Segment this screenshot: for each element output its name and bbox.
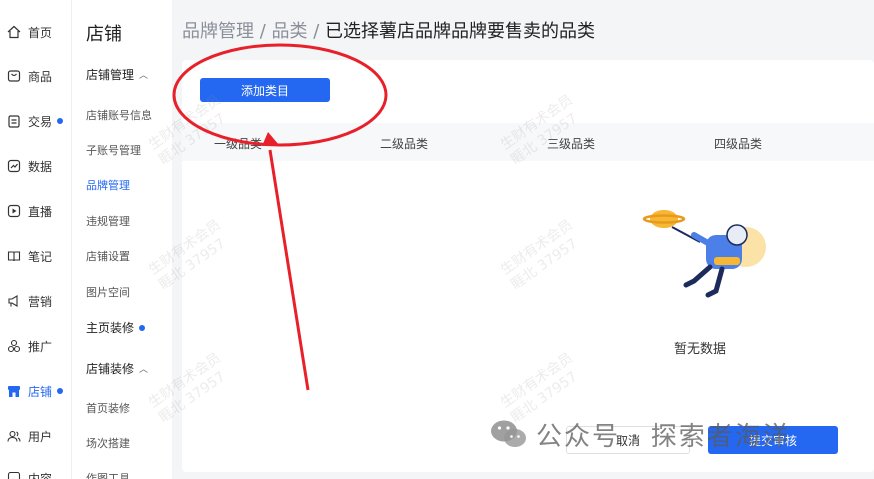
rail-label: 数据 [28, 159, 53, 174]
home-icon [6, 24, 22, 40]
rail-item-trade[interactable]: 交易 [6, 109, 64, 133]
user-icon [6, 428, 22, 444]
page-header: 品牌管理 / 品类 / 已选择薯店品牌品牌要售卖的品类 [172, 0, 874, 60]
breadcrumb: 品牌管理 / 品类 / 已选择薯店品牌品牌要售卖的品类 [182, 17, 595, 43]
data-icon [6, 158, 22, 174]
subnav-title: 店铺 [86, 24, 122, 45]
rail-label: 推广 [28, 339, 53, 354]
rail-item-home[interactable]: 首页 [6, 20, 52, 44]
notification-dot [139, 324, 146, 331]
chevron-up-icon: ︿ [139, 71, 149, 81]
column-header-level2: 二级品类 [380, 137, 429, 151]
rail-label: 交易 [28, 114, 53, 129]
rail-label: 店铺 [28, 384, 53, 399]
subnav-group-store-manage[interactable]: 店铺管理 ︿ [86, 66, 148, 83]
rail-item-store[interactable]: 店铺 [6, 379, 64, 403]
store-subnav: 店铺 店铺管理 ︿ 店铺账号信息 子账号管理 品牌管理 违规管理 店铺设置 图片… [72, 0, 172, 479]
subnav-item-violations[interactable]: 违规管理 [86, 213, 130, 229]
column-header-level3: 三级品类 [547, 137, 596, 151]
trade-icon [6, 113, 22, 129]
main-nav-rail: 首页 商品 交易 数据 直播 笔记 营销 推广 店铺 用户 内容 [0, 0, 72, 479]
rail-item-live[interactable]: 直播 [6, 199, 52, 223]
notification-dot [57, 388, 64, 394]
subnav-item-brand-manage[interactable]: 品牌管理 [86, 177, 130, 193]
rail-label: 营销 [28, 294, 53, 309]
rail-item-promote[interactable]: 推广 [6, 334, 52, 358]
subnav-group-label: 主页装修 [86, 321, 135, 335]
app-root: 首页 商品 交易 数据 直播 笔记 营销 推广 店铺 用户 内容 店铺 店铺管理… [0, 0, 874, 479]
breadcrumb-brand-manage[interactable]: 品牌管理 [182, 21, 254, 42]
breadcrumb-separator: / [307, 21, 326, 42]
rail-label: 笔记 [28, 249, 53, 264]
subnav-item-homepage-decor[interactable]: 首页装修 [86, 400, 130, 416]
submit-review-button[interactable]: 提交审核 [708, 426, 838, 454]
promote-icon [6, 338, 22, 354]
rail-item-content[interactable]: 内容 [6, 466, 52, 479]
marketing-icon [6, 293, 22, 309]
chevron-up-icon: ︿ [139, 365, 149, 375]
category-table-header: 一级品类 二级品类 三级品类 四级品类 [182, 123, 874, 161]
rail-item-data[interactable]: 数据 [6, 154, 52, 178]
empty-state-text: 暂无数据 [674, 342, 727, 357]
breadcrumb-current: 已选择薯店品牌品牌要售卖的品类 [325, 21, 596, 42]
rail-item-goods[interactable]: 商品 [6, 64, 52, 88]
rail-label: 直播 [28, 204, 53, 219]
subnav-item-image-space[interactable]: 图片空间 [86, 284, 130, 300]
subnav-item-sub-accounts[interactable]: 子账号管理 [86, 142, 141, 158]
breadcrumb-category[interactable]: 品类 [272, 21, 308, 42]
rail-label: 商品 [28, 69, 53, 84]
rail-label: 首页 [28, 25, 53, 40]
store-icon [6, 383, 22, 399]
subnav-item-session-build[interactable]: 场次搭建 [86, 435, 130, 451]
subnav-item-drawing-tool[interactable]: 作图工具 [86, 470, 130, 479]
rail-item-user[interactable]: 用户 [6, 424, 52, 448]
live-icon [6, 203, 22, 219]
subnav-group-label: 店铺管理 [86, 68, 135, 82]
rail-label: 内容 [28, 471, 53, 479]
astronaut-empty-illustration [642, 210, 766, 298]
subnav-item-account-info[interactable]: 店铺账号信息 [86, 107, 152, 123]
breadcrumb-separator: / [254, 21, 272, 42]
rail-label: 用户 [28, 429, 53, 444]
column-header-level4: 四级品类 [714, 137, 763, 151]
rail-item-marketing[interactable]: 营销 [6, 289, 52, 313]
subnav-group-homepage-decor[interactable]: 主页装修 [86, 319, 146, 336]
content-icon [6, 470, 22, 479]
goods-icon [6, 68, 22, 84]
notes-icon [6, 248, 22, 264]
cancel-button[interactable]: 取消 [566, 426, 690, 454]
rail-item-notes[interactable]: 笔记 [6, 244, 52, 268]
category-panel: 添加类目 一级品类 二级品类 三级品类 四级品类 暂无数据 取消 提交审核 [182, 60, 874, 472]
subnav-group-label: 店铺装修 [86, 362, 135, 376]
add-category-button[interactable]: 添加类目 [200, 78, 330, 102]
column-header-level1: 一级品类 [214, 137, 263, 151]
subnav-group-store-decor[interactable]: 店铺装修 ︿ [86, 360, 148, 377]
subnav-item-store-settings[interactable]: 店铺设置 [86, 248, 130, 264]
notification-dot [57, 118, 64, 124]
